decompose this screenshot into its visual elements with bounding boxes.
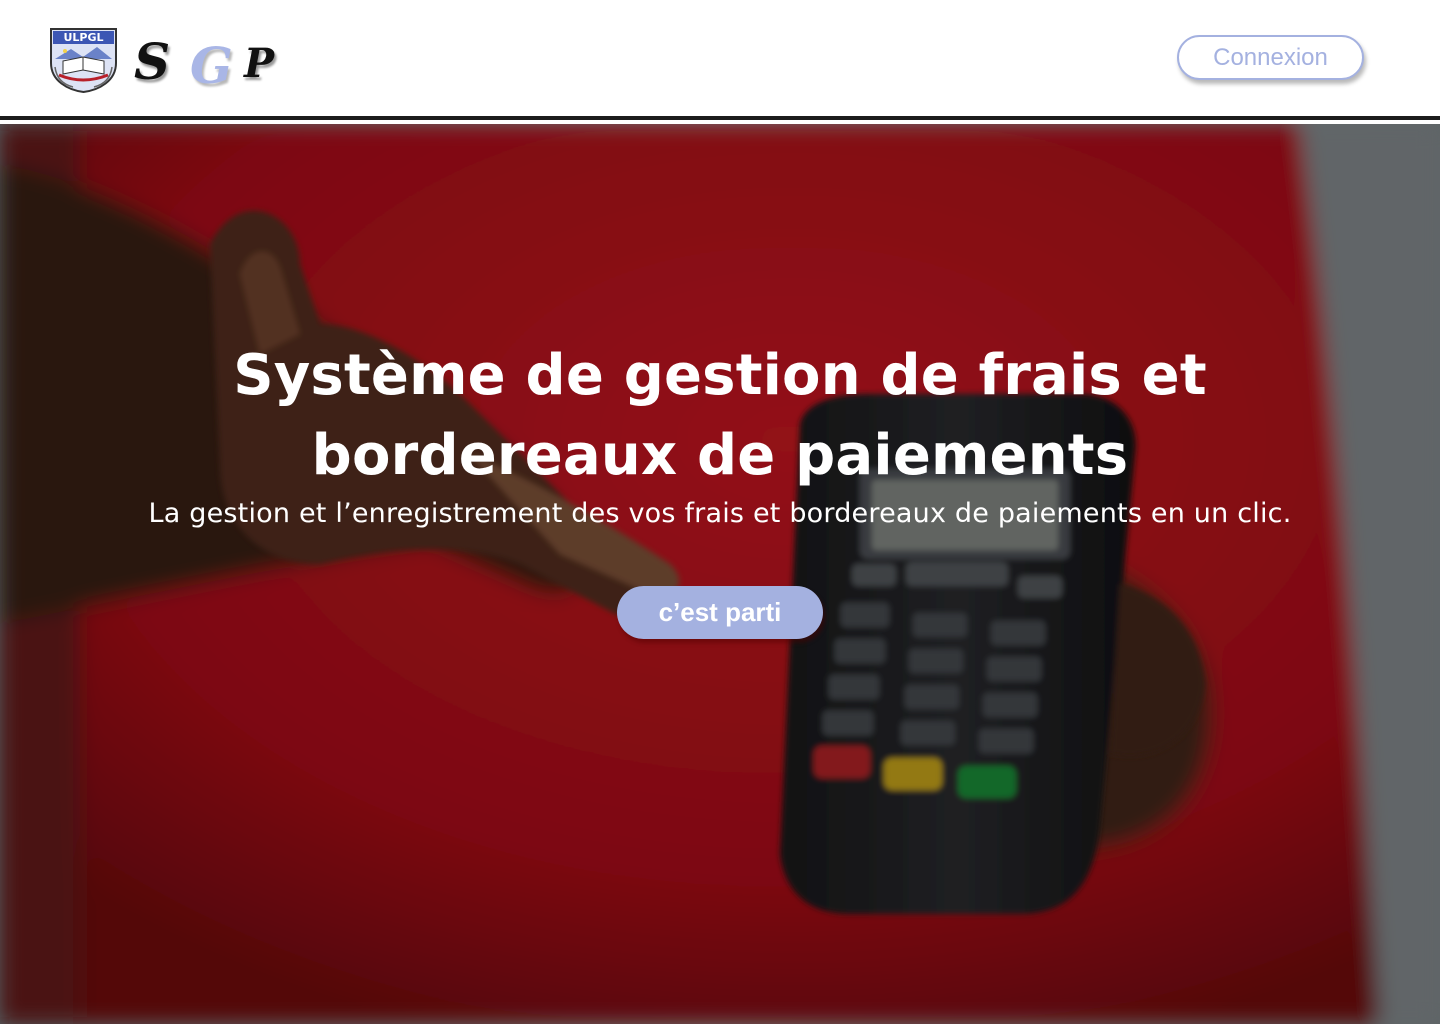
brand-letter-s: S (134, 32, 171, 91)
get-started-button[interactable]: c’est parti (617, 586, 823, 639)
university-crest-logo[interactable]: ULPGL (49, 27, 118, 94)
brand-letter-g: G (190, 36, 233, 95)
sgp-brand-logo[interactable]: S G P (134, 26, 304, 96)
brand-letter-p: P (244, 40, 275, 87)
top-navbar: ULPGL S G P Connexion (0, 0, 1440, 120)
hero-title: Système de gestion de frais et bordereau… (220, 336, 1220, 496)
hero-dark-overlay (0, 124, 1440, 1024)
hero-subtitle: La gestion et l’enregistrement des vos f… (148, 498, 1292, 529)
crest-text: ULPGL (63, 31, 103, 44)
hero-title-line2: bordereaux de paiements (311, 423, 1129, 488)
hero-section: Système de gestion de frais et bordereau… (0, 124, 1440, 1024)
login-button[interactable]: Connexion (1177, 35, 1364, 80)
hero-title-line1: Système de gestion de frais et (233, 343, 1207, 408)
